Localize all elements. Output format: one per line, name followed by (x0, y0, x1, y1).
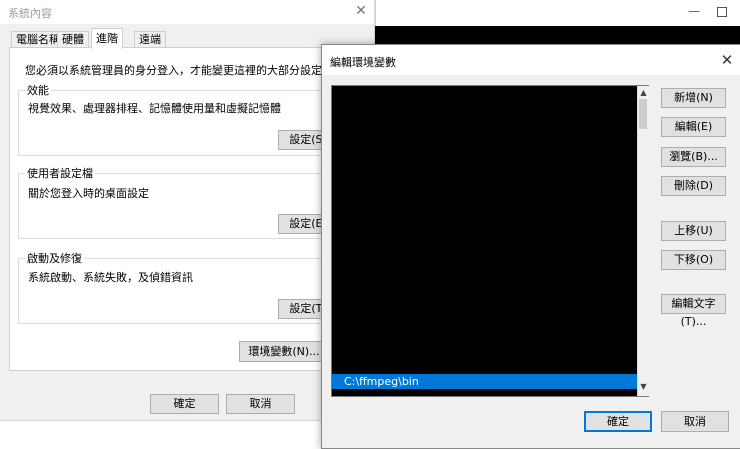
tab-remote[interactable]: 遠端 (134, 31, 166, 48)
list-item-selected[interactable]: C:\ffmpeg\bin (332, 374, 637, 389)
window-title: 系統內容 (8, 7, 52, 20)
performance-legend: 效能 (25, 82, 51, 98)
minimize-icon[interactable]: — (688, 4, 700, 18)
close-icon[interactable]: ✕ (717, 50, 737, 70)
new-button[interactable]: 新增(N) (661, 88, 726, 108)
maximize-icon[interactable] (717, 7, 727, 17)
system-properties-titlebar[interactable]: 系統內容 ✕ (0, 0, 374, 24)
admin-notice: 您必須以系統管理員的身分登入，才能變更這裡的大部分設定。 (25, 64, 333, 77)
browse-button[interactable]: 瀏覽(B)... (661, 147, 726, 167)
background-window-titlebar[interactable] (375, 0, 740, 26)
dialog-title: 編輯環境變數 (330, 56, 396, 69)
startup-recovery-legend: 啟動及修復 (25, 250, 84, 266)
advanced-tab-panel: 您必須以系統管理員的身分登入，才能變更這裡的大部分設定。 效能 視覺效果、處理器… (9, 47, 365, 371)
path-entries-list[interactable]: C:\ffmpeg\bin ▲ ▼ (331, 85, 649, 397)
scroll-up-icon[interactable]: ▲ (638, 88, 649, 97)
user-profiles-description: 關於您登入時的桌面設定 (28, 187, 149, 200)
environment-variables-button[interactable]: 環境變數(N)... (239, 341, 329, 362)
delete-button[interactable]: 刪除(D) (661, 176, 726, 196)
dialog-titlebar[interactable]: 編輯環境變數 ✕ (322, 45, 740, 75)
tab-hardware[interactable]: 硬體 (57, 31, 89, 48)
startup-recovery-description: 系統啟動、系統失敗，及偵錯資訊 (28, 271, 193, 284)
close-icon[interactable]: ✕ (352, 2, 370, 20)
move-up-button[interactable]: 上移(U) (661, 221, 726, 241)
performance-description: 視覺效果、處理器排程、記憶體使用量和虛擬記憶體 (28, 102, 281, 115)
edit-text-button[interactable]: 編輯文字(T)... (661, 294, 726, 328)
ok-button[interactable]: 確定 (150, 394, 219, 414)
dialog-ok-button[interactable]: 確定 (584, 411, 652, 432)
dialog-cancel-button[interactable]: 取消 (661, 411, 729, 432)
cancel-button[interactable]: 取消 (226, 394, 295, 414)
edit-environment-variable-dialog: 編輯環境變數 ✕ C:\ffmpeg\bin ▲ ▼ 新增(N) 編輯(E) 瀏… (321, 44, 740, 449)
scroll-down-icon[interactable]: ▼ (638, 382, 649, 391)
system-properties-window: 系統內容 ✕ 電腦名稱 硬體 進階 遠端 您必須以系統管理員的身分登入，才能變更… (0, 0, 375, 421)
move-down-button[interactable]: 下移(O) (661, 250, 726, 270)
user-profiles-legend: 使用者設定檔 (25, 165, 95, 181)
scroll-thumb[interactable] (639, 99, 647, 129)
edit-button[interactable]: 編輯(E) (661, 117, 726, 137)
tab-advanced[interactable]: 進階 (91, 28, 123, 49)
list-scrollbar[interactable]: ▲ ▼ (637, 86, 649, 396)
